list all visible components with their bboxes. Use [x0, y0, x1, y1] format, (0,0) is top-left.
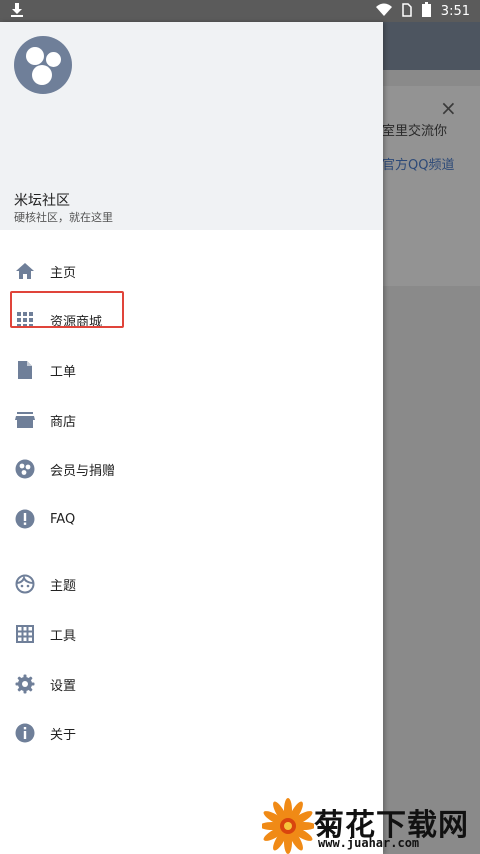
info-icon — [14, 722, 36, 744]
status-time: 3:51 — [440, 4, 470, 19]
app-subtitle: 硬核社区，就在这里 — [14, 211, 113, 224]
menu-item-label: 会员与捐赠 — [50, 463, 116, 479]
donate-icon — [14, 458, 36, 480]
sim-icon — [402, 2, 412, 21]
menu-item-label: 关于 — [50, 727, 77, 743]
menu-item-label: 主页 — [50, 265, 77, 281]
download-icon — [10, 2, 24, 22]
menu-item-tools[interactable]: 工具 — [0, 610, 383, 658]
background-notice-text: 室里交流你 — [382, 124, 448, 139]
app-logo — [14, 36, 72, 94]
status-bar: 3:51 — [0, 0, 480, 22]
drawer-header: 米坛社区 硬核社区，就在这里 — [0, 22, 383, 230]
document-icon — [14, 359, 36, 381]
store-icon — [14, 409, 36, 431]
grid-icon — [14, 309, 36, 331]
menu-item-label: 资源商城 — [50, 314, 103, 330]
menu-item-theme[interactable]: 主题 — [0, 560, 383, 608]
menu-item-label: 工单 — [50, 364, 77, 380]
menu-item-tickets[interactable]: 工单 — [0, 346, 383, 394]
menu-item-donate[interactable]: 会员与捐赠 — [0, 445, 383, 493]
menu-item-label: 设置 — [50, 678, 77, 694]
menu-item-faq[interactable]: FAQ — [0, 495, 383, 543]
background-qq-link: 官方QQ频道 — [382, 158, 455, 173]
menu-item-store[interactable]: 商店 — [0, 396, 383, 444]
watermark-url: www.juahar.com — [318, 836, 420, 850]
menu-item-settings[interactable]: 设置 — [0, 660, 383, 708]
navigation-drawer: 米坛社区 硬核社区，就在这里 主页 资源商城 工单 商店 会员与捐赠 FAQ 主… — [0, 22, 383, 854]
gear-icon — [14, 673, 36, 695]
battery-icon — [421, 2, 431, 21]
menu-item-home[interactable]: 主页 — [0, 247, 383, 295]
table-icon — [14, 623, 36, 645]
menu-item-resource-store[interactable]: 资源商城 — [0, 296, 383, 344]
home-icon — [14, 260, 36, 282]
watermark: 菊花下载网 www.juahar.com — [262, 796, 480, 854]
menu-item-label: 商店 — [50, 414, 77, 430]
background-close-icon: × — [440, 96, 457, 120]
menu-item-label: 工具 — [50, 628, 77, 644]
menu-item-label: 主题 — [50, 578, 77, 594]
wifi-icon — [375, 2, 392, 21]
menu-item-about[interactable]: 关于 — [0, 709, 383, 757]
flower-logo-icon — [262, 798, 314, 854]
face-icon — [14, 573, 36, 595]
app-title: 米坛社区 — [14, 193, 70, 209]
menu-item-label: FAQ — [50, 511, 76, 527]
info-exclamation-icon — [14, 508, 36, 530]
